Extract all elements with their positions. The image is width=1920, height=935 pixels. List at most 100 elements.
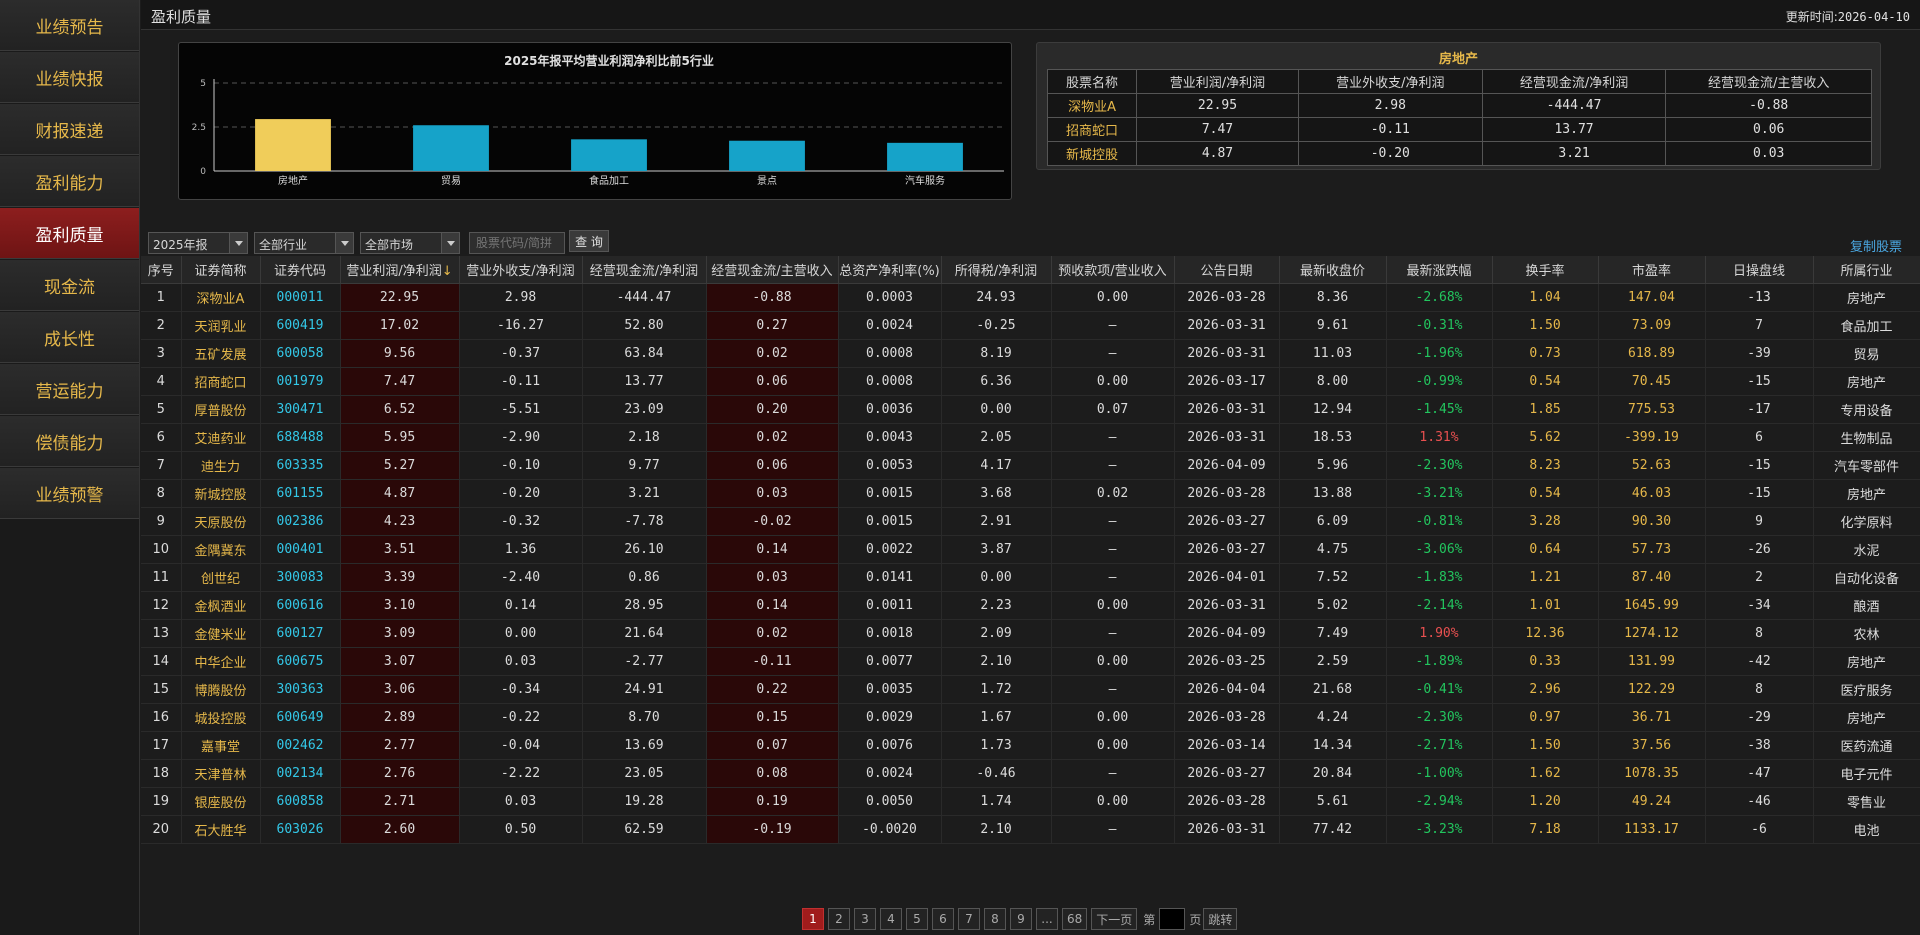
table-row[interactable]: 2 天润乳业 600419 17.02 -16.27 52.80 0.27 0.0024 -0.… — [141, 311, 1920, 340]
table-header-cell[interactable]: 换手率 — [1492, 256, 1599, 284]
page-button[interactable]: 2 — [828, 908, 850, 930]
stock-name-link[interactable]: 金隅冀东 — [181, 535, 261, 564]
table-header-cell[interactable]: 营业外收支/净利润 — [459, 256, 583, 284]
page-button[interactable]: 7 — [958, 908, 980, 930]
sidebar-item[interactable]: 盈利能力 — [0, 156, 139, 207]
table-header-cell[interactable]: 最新收盘价 — [1279, 256, 1387, 284]
stock-code-link[interactable]: 600058 — [260, 339, 341, 368]
sidebar-item[interactable]: 现金流 — [0, 260, 139, 311]
stock-code-link[interactable]: 002462 — [260, 731, 341, 760]
table-row[interactable]: 8 新城控股 601155 4.87 -0.20 3.21 0.03 0.0015 3.68 0.… — [141, 479, 1920, 508]
page-button[interactable]: 3 — [854, 908, 876, 930]
table-row[interactable]: 13 金健米业 600127 3.09 0.00 21.64 0.02 0.0018 2.09—… — [141, 619, 1920, 648]
table-header-cell[interactable]: 预收款项/营业收入 — [1051, 256, 1175, 284]
page-button[interactable]: 1 — [802, 908, 824, 930]
stock-name-link[interactable]: 艾迪药业 — [181, 423, 261, 452]
page-button[interactable]: 4 — [880, 908, 902, 930]
stock-code-link[interactable]: 600649 — [260, 703, 341, 732]
stock-code-link[interactable]: 603026 — [260, 815, 341, 844]
sidebar-item[interactable]: 偿债能力 — [0, 416, 139, 467]
stock-code-link[interactable]: 601155 — [260, 479, 341, 508]
stock-search-input[interactable] — [469, 232, 565, 254]
stock-code-link[interactable]: 600127 — [260, 619, 341, 648]
industry-select[interactable]: 全部行业 — [254, 232, 354, 254]
table-header-cell[interactable]: 最新涨跌幅 — [1386, 256, 1493, 284]
goto-page-input[interactable] — [1159, 908, 1186, 930]
table-header-cell[interactable]: 证券简称 — [181, 256, 261, 284]
table-row[interactable]: 1 深物业A 000011 22.95 2.98 -444.47 -0.88 0.0003 24… — [141, 283, 1920, 312]
goto-button[interactable]: 跳转 — [1203, 908, 1238, 930]
sidebar-item[interactable]: 营运能力 — [0, 364, 139, 415]
stock-code-link[interactable]: 600858 — [260, 787, 341, 816]
stock-code-link[interactable]: 002386 — [260, 507, 341, 536]
stock-code-link[interactable]: 600419 — [260, 311, 341, 340]
stock-name-link[interactable]: 厚普股份 — [181, 395, 261, 424]
copy-stocks-link[interactable]: 复制股票 — [1850, 236, 1902, 255]
table-header-cell[interactable]: 所属行业 — [1813, 256, 1920, 284]
stock-name-link[interactable]: 嘉事堂 — [181, 731, 261, 760]
table-header-cell[interactable]: 序号 — [141, 256, 182, 284]
detail-row[interactable]: 招商蛇口 7.47 -0.11 13.77 0.06 — [1046, 117, 1872, 142]
market-select[interactable]: 全部市场 — [360, 232, 460, 254]
table-row[interactable]: 7 迪生力 603335 5.27 -0.10 9.77 0.06 0.0053 4.17—20… — [141, 451, 1920, 480]
next-page-button[interactable]: 下一页 — [1091, 908, 1138, 930]
table-header-cell[interactable]: 证券代码 — [260, 256, 341, 284]
detail-stock-name[interactable]: 深物业A — [1046, 93, 1138, 118]
stock-code-link[interactable]: 600675 — [260, 647, 341, 676]
table-row[interactable]: 4 招商蛇口 001979 7.47 -0.11 13.77 0.06 0.0008 6.36 0… — [141, 367, 1920, 396]
table-row[interactable]: 15 博腾股份 300363 3.06 -0.34 24.91 0.22 0.0035 1.72… — [141, 675, 1920, 704]
table-row[interactable]: 14 中华企业 600675 3.07 0.03 -2.77 -0.11 0.0077 2.10… — [141, 647, 1920, 676]
stock-name-link[interactable]: 五矿发展 — [181, 339, 261, 368]
stock-code-link[interactable]: 002134 — [260, 759, 341, 788]
table-row[interactable]: 20 石大胜华 603026 2.60 0.50 62.59 -0.19 -0.0020 2.1… — [141, 815, 1920, 844]
table-header-cell[interactable]: 经营现金流/净利润 — [582, 256, 707, 284]
stock-code-link[interactable]: 688488 — [260, 423, 341, 452]
table-header-cell[interactable]: 营业利润/净利润↓ — [340, 256, 460, 284]
page-button[interactable]: 68 — [1062, 908, 1088, 930]
table-row[interactable]: 16 城投控股 600649 2.89 -0.22 8.70 0.15 0.0029 1.67 0… — [141, 703, 1920, 732]
stock-name-link[interactable]: 金枫酒业 — [181, 591, 261, 620]
stock-name-link[interactable]: 天原股份 — [181, 507, 261, 536]
stock-name-link[interactable]: 深物业A — [181, 283, 261, 312]
stock-name-link[interactable]: 银座股份 — [181, 787, 261, 816]
table-header-cell[interactable]: 经营现金流/主营收入 — [706, 256, 839, 284]
table-header-cell[interactable]: 日操盘线 — [1705, 256, 1814, 284]
table-row[interactable]: 10 金隅冀东 000401 3.51 1.36 26.10 0.14 0.0022 3.87—… — [141, 535, 1920, 564]
stock-name-link[interactable]: 城投控股 — [181, 703, 261, 732]
period-select[interactable]: 2025年报 — [148, 232, 248, 254]
stock-name-link[interactable]: 创世纪 — [181, 563, 261, 592]
table-row[interactable]: 5 厚普股份 300471 6.52 -5.51 23.09 0.20 0.0036 0.00 0… — [141, 395, 1920, 424]
table-row[interactable]: 3 五矿发展 600058 9.56 -0.37 63.84 0.02 0.0008 8.19—… — [141, 339, 1920, 368]
table-header-cell[interactable]: 所得税/净利润 — [941, 256, 1052, 284]
detail-stock-name[interactable]: 新城控股 — [1046, 141, 1138, 166]
stock-name-link[interactable]: 天润乳业 — [181, 311, 261, 340]
stock-code-link[interactable]: 300363 — [260, 675, 341, 704]
table-header-cell[interactable]: 公告日期 — [1174, 256, 1280, 284]
sidebar-item[interactable]: 业绩预警 — [0, 468, 139, 519]
stock-name-link[interactable]: 石大胜华 — [181, 815, 261, 844]
table-row[interactable]: 11 创世纪 300083 3.39 -2.40 0.86 0.03 0.0141 0.00—2… — [141, 563, 1920, 592]
detail-row[interactable]: 新城控股 4.87 -0.20 3.21 0.03 — [1046, 141, 1872, 166]
table-row[interactable]: 19 银座股份 600858 2.71 0.03 19.28 0.19 0.0050 1.74 0… — [141, 787, 1920, 816]
detail-stock-name[interactable]: 招商蛇口 — [1046, 117, 1138, 142]
table-header-cell[interactable]: 市盈率 — [1598, 256, 1706, 284]
table-row[interactable]: 9 天原股份 002386 4.23 -0.32 -7.78 -0.02 0.0015 2.91… — [141, 507, 1920, 536]
stock-code-link[interactable]: 603335 — [260, 451, 341, 480]
sidebar-item[interactable]: 业绩预告 — [0, 0, 139, 51]
table-row[interactable]: 12 金枫酒业 600616 3.10 0.14 28.95 0.14 0.0011 2.23 0… — [141, 591, 1920, 620]
stock-code-link[interactable]: 300083 — [260, 563, 341, 592]
stock-code-link[interactable]: 600616 — [260, 591, 341, 620]
table-row[interactable]: 18 天津普林 002134 2.76 -2.22 23.05 0.08 0.0024 -0.4… — [141, 759, 1920, 788]
table-header-cell[interactable]: 总资产净利率(%) — [838, 256, 942, 284]
stock-name-link[interactable]: 迪生力 — [181, 451, 261, 480]
page-button[interactable]: 9 — [1010, 908, 1032, 930]
sidebar-item[interactable]: 财报速递 — [0, 104, 139, 155]
stock-name-link[interactable]: 新城控股 — [181, 479, 261, 508]
sidebar-item[interactable]: 成长性 — [0, 312, 139, 363]
sidebar-item[interactable]: 盈利质量 — [0, 208, 139, 259]
stock-name-link[interactable]: 金健米业 — [181, 619, 261, 648]
detail-row[interactable]: 深物业A 22.95 2.98 -444.47 -0.88 — [1046, 93, 1872, 118]
stock-code-link[interactable]: 300471 — [260, 395, 341, 424]
query-button[interactable]: 查 询 — [569, 230, 609, 252]
page-button[interactable]: 6 — [932, 908, 954, 930]
